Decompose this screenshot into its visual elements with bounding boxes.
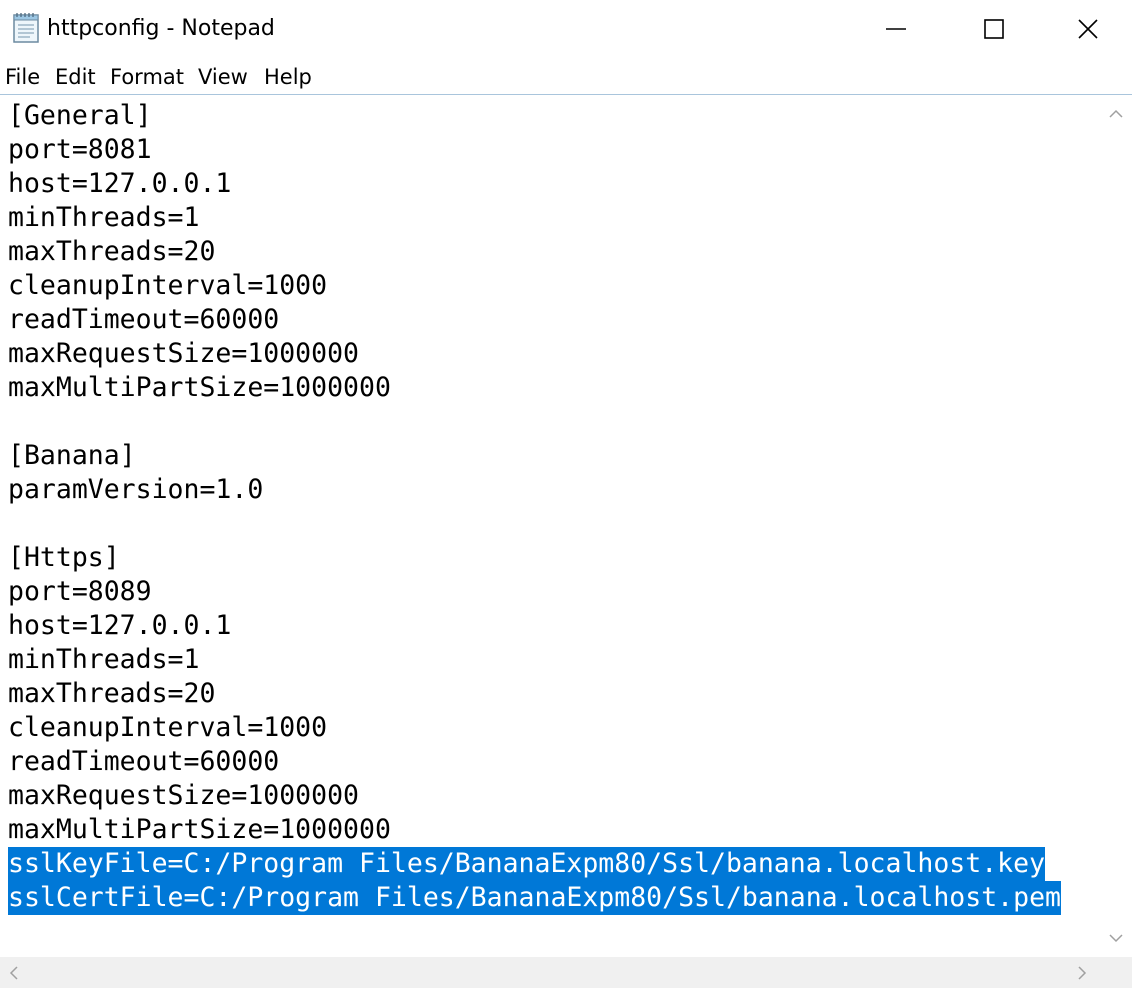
editor-line: maxThreads=20 [8,236,216,267]
editor-line: maxRequestSize=1000000 [8,338,359,369]
editor-line-selected: sslCertFile=C:/Program Files/BananaExpm8… [8,881,1061,915]
menu-help[interactable]: Help [264,64,312,90]
minimize-button[interactable] [850,0,942,58]
editor-line: maxMultiPartSize=1000000 [8,372,391,403]
minimize-icon [886,28,906,30]
editor-line: paramVersion=1.0 [8,474,264,505]
menu-view[interactable]: View [198,64,248,90]
maximize-button[interactable] [948,0,1040,58]
editor-line: host=127.0.0.1 [8,168,232,199]
close-button[interactable] [1042,0,1132,58]
horizontal-scrollbar[interactable] [0,957,1100,988]
editor-line: [Https] [8,542,120,573]
editor-line: cleanupInterval=1000 [8,712,328,743]
title-bar[interactable]: httpconfig - Notepad [0,0,1132,58]
editor-line: [Banana] [8,440,136,471]
editor-line: cleanupInterval=1000 [8,270,328,301]
editor-line: port=8089 [8,576,152,607]
vertical-scrollbar[interactable] [1100,95,1132,957]
editor-line: [General] [8,100,152,131]
scroll-right-arrow-icon[interactable] [1077,966,1087,980]
menu-file[interactable]: File [5,64,40,90]
editor-line: readTimeout=60000 [8,304,280,335]
close-icon [1078,19,1098,39]
text-editor[interactable]: [General] port=8081 host=127.0.0.1 minTh… [0,95,1100,957]
notepad-icon [13,13,39,43]
editor-line: port=8081 [8,134,152,165]
editor-line: minThreads=1 [8,644,200,675]
menu-bar: File Edit Format View Help [0,58,1132,95]
window-title: httpconfig - Notepad [47,16,275,41]
scroll-left-arrow-icon[interactable] [9,966,19,980]
editor-line-selected: sslKeyFile=C:/Program Files/BananaExpm80… [8,847,1046,881]
editor-line: maxThreads=20 [8,678,216,709]
menu-edit[interactable]: Edit [55,64,96,90]
editor-line: maxRequestSize=1000000 [8,780,359,811]
menu-format[interactable]: Format [110,64,184,90]
scroll-down-arrow-icon[interactable] [1109,933,1123,943]
scrollbar-corner [1100,957,1132,988]
editor-line: host=127.0.0.1 [8,610,232,641]
scroll-up-arrow-icon[interactable] [1109,109,1123,119]
editor-line: readTimeout=60000 [8,746,280,777]
maximize-icon [984,19,1004,39]
editor-line: minThreads=1 [8,202,200,233]
editor-line: maxMultiPartSize=1000000 [8,814,391,845]
